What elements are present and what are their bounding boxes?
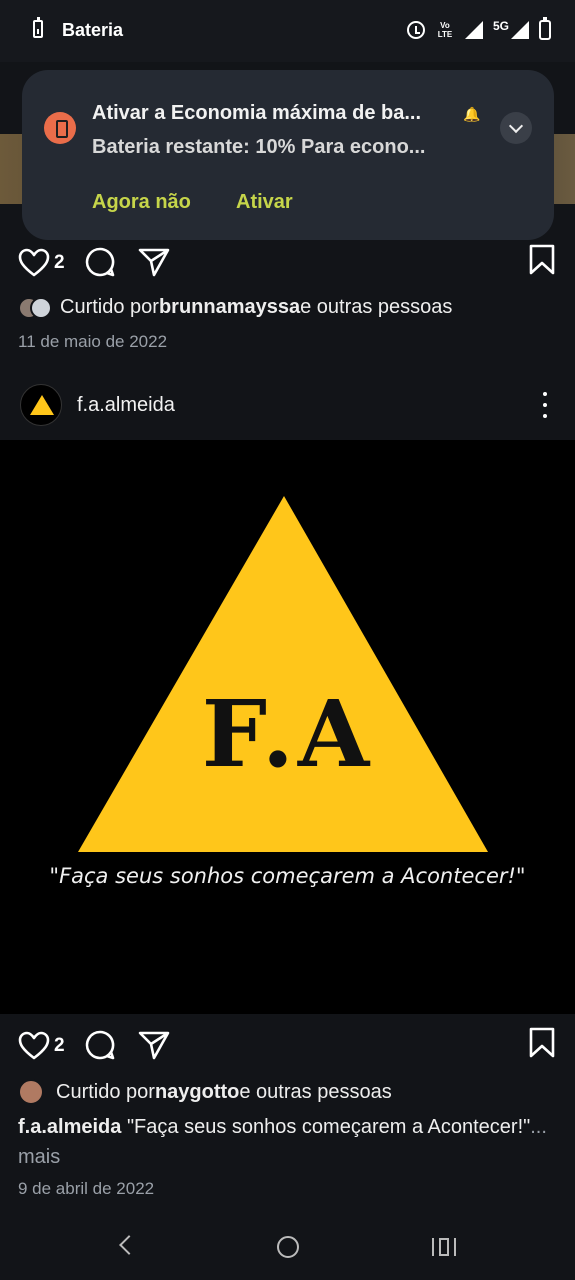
system-nav-bar: [0, 1216, 575, 1280]
signal-icon: [464, 21, 483, 39]
post-username[interactable]: f.a.almeida: [77, 394, 175, 417]
post-date: 9 de abril de 2022: [18, 1179, 155, 1198]
liked-by-suffix: e outras pessoas: [239, 1080, 392, 1103]
heart-icon[interactable]: [18, 248, 50, 278]
home-icon[interactable]: [277, 1236, 299, 1258]
like-count: 2: [54, 252, 65, 273]
liked-by-prefix: Curtido por: [60, 296, 159, 318]
caption-username[interactable]: f.a.almeida: [18, 1116, 121, 1138]
battery-icon: [33, 17, 43, 38]
avatar: [30, 296, 52, 319]
post-header: f.a.almeida: [0, 380, 575, 430]
post-date: 11 de maio de 2022: [18, 332, 168, 351]
expand-icon[interactable]: [500, 112, 532, 144]
post-actions: 2: [0, 244, 575, 284]
avatar: [18, 1079, 44, 1105]
activate-button[interactable]: Ativar: [236, 191, 293, 214]
network-type: 5G: [492, 19, 509, 33]
logo-text: F.A: [201, 680, 374, 788]
liked-by-user[interactable]: brunnamayssa: [159, 296, 300, 319]
bell-icon: 🔔: [463, 106, 481, 122]
liked-by-user[interactable]: naygotto: [155, 1081, 239, 1104]
comment-icon[interactable]: [84, 246, 116, 278]
battery-warning-icon: [44, 112, 76, 144]
post-caption: f.a.almeida "Faça seus sonhos começarem …: [18, 1112, 558, 1172]
liked-by-prefix: Curtido por: [56, 1080, 155, 1103]
liked-by[interactable]: Curtido por brunnamayssa e outras pessoa…: [18, 296, 452, 319]
post-image[interactable]: F.A "Faça seus sonhos começarem a Aconte…: [0, 440, 575, 1014]
share-icon[interactable]: [137, 246, 171, 278]
more-options-icon[interactable]: [538, 392, 552, 418]
share-icon[interactable]: [137, 1029, 171, 1061]
back-icon[interactable]: [119, 1235, 139, 1255]
image-quote: "Faça seus sonhos começarem a Acontecer!…: [49, 864, 526, 888]
liked-by-suffix: e outras pessoas: [300, 296, 453, 318]
liked-by[interactable]: Curtido por naygotto e outras pessoas: [18, 1079, 392, 1105]
notification-title: Ativar a Economia máxima de ba...: [92, 102, 422, 124]
post-actions: 2: [0, 1027, 575, 1067]
volte-icon: Vo LTE: [437, 21, 453, 39]
avatar[interactable]: [20, 384, 62, 426]
comment-icon[interactable]: [84, 1029, 116, 1061]
bookmark-icon[interactable]: [528, 1027, 556, 1059]
recent-apps-icon[interactable]: [432, 1238, 456, 1256]
status-bar: Bateria Vo LTE 5G: [0, 0, 575, 62]
alarm-icon: [406, 21, 425, 39]
caption-text: "Faça seus sonhos começarem a Acontecer!…: [121, 1116, 531, 1138]
battery-icon: [539, 17, 551, 40]
not-now-button[interactable]: Agora não: [92, 191, 191, 214]
notification-text: Bateria restante: 10% Para econo...: [92, 136, 426, 158]
bookmark-icon[interactable]: [528, 244, 556, 276]
status-title: Bateria: [62, 20, 124, 40]
signal-icon: [511, 21, 529, 39]
like-count: 2: [54, 1035, 65, 1056]
battery-saver-notification[interactable]: Ativar a Economia máxima de ba... 🔔 Bate…: [22, 70, 554, 240]
heart-icon[interactable]: [18, 1031, 50, 1061]
status-icons: Vo LTE 5G: [406, 16, 551, 44]
